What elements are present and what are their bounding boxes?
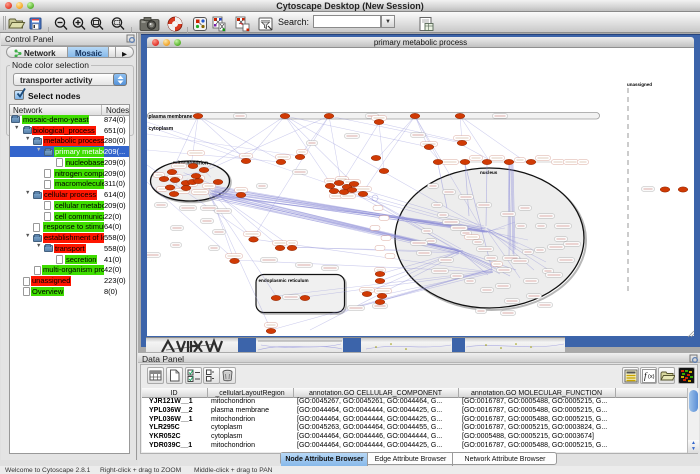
svg-text:(x): (x) (648, 374, 655, 380)
svg-text:plasma membrane: plasma membrane (149, 114, 193, 120)
svg-text:nucleus: nucleus (480, 170, 498, 175)
svg-text:unassigned: unassigned (627, 82, 652, 87)
